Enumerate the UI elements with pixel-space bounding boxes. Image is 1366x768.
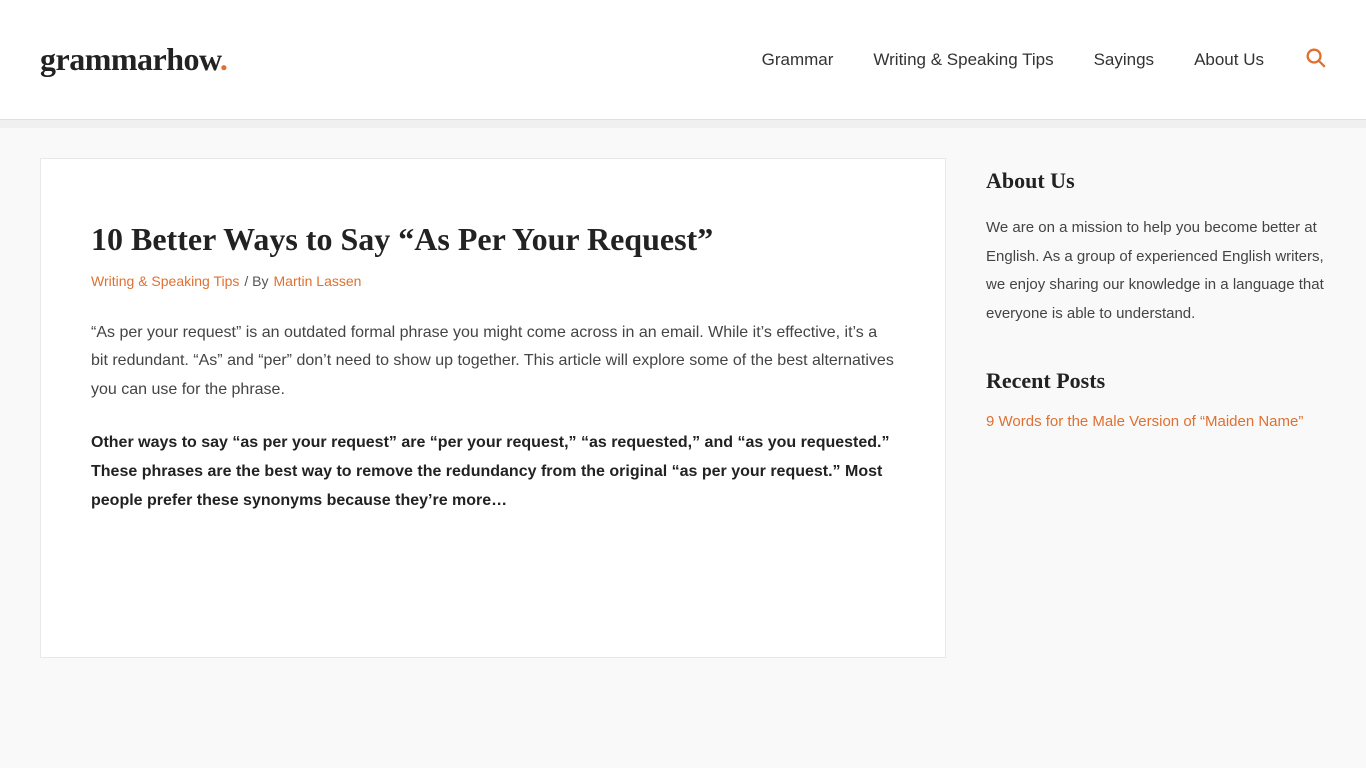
nav-item-grammar[interactable]: Grammar xyxy=(762,50,834,70)
article-intro: “As per your request” is an outdated for… xyxy=(91,319,895,405)
sidebar: About Us We are on a mission to help you… xyxy=(986,158,1326,474)
nav-item-sayings[interactable]: Sayings xyxy=(1094,50,1154,70)
logo-text: grammarhow xyxy=(40,41,220,77)
main-content: 10 Better Ways to Say “As Per Your Reque… xyxy=(40,158,946,658)
logo-dot: . xyxy=(220,41,228,77)
sidebar-about-section: About Us We are on a mission to help you… xyxy=(986,168,1326,328)
site-header: grammarhow. Grammar Writing & Speaking T… xyxy=(0,0,1366,120)
site-logo[interactable]: grammarhow. xyxy=(40,41,227,78)
nav-item-writing[interactable]: Writing & Speaking Tips xyxy=(873,50,1053,70)
sidebar-about-heading: About Us xyxy=(986,168,1326,194)
recent-post-link-0[interactable]: 9 Words for the Male Version of “Maiden … xyxy=(986,410,1326,434)
sidebar-about-text: We are on a mission to help you become b… xyxy=(986,214,1326,328)
sub-header-divider xyxy=(0,120,1366,128)
main-nav: Grammar Writing & Speaking Tips Sayings … xyxy=(762,46,1326,74)
article-meta-separator: / By xyxy=(244,273,268,289)
search-icon[interactable] xyxy=(1304,46,1326,74)
article-meta: Writing & Speaking Tips / By Martin Lass… xyxy=(91,273,895,289)
article-highlight: Other ways to say “as per your request” … xyxy=(91,429,895,515)
sidebar-recent-posts-heading: Recent Posts xyxy=(986,368,1326,394)
article-author[interactable]: Martin Lassen xyxy=(274,273,362,289)
article-title: 10 Better Ways to Say “As Per Your Reque… xyxy=(91,219,895,261)
page-wrapper: 10 Better Ways to Say “As Per Your Reque… xyxy=(0,128,1366,688)
sidebar-recent-posts-section: Recent Posts 9 Words for the Male Versio… xyxy=(986,368,1326,434)
nav-item-about[interactable]: About Us xyxy=(1194,50,1264,70)
article-category[interactable]: Writing & Speaking Tips xyxy=(91,273,239,289)
